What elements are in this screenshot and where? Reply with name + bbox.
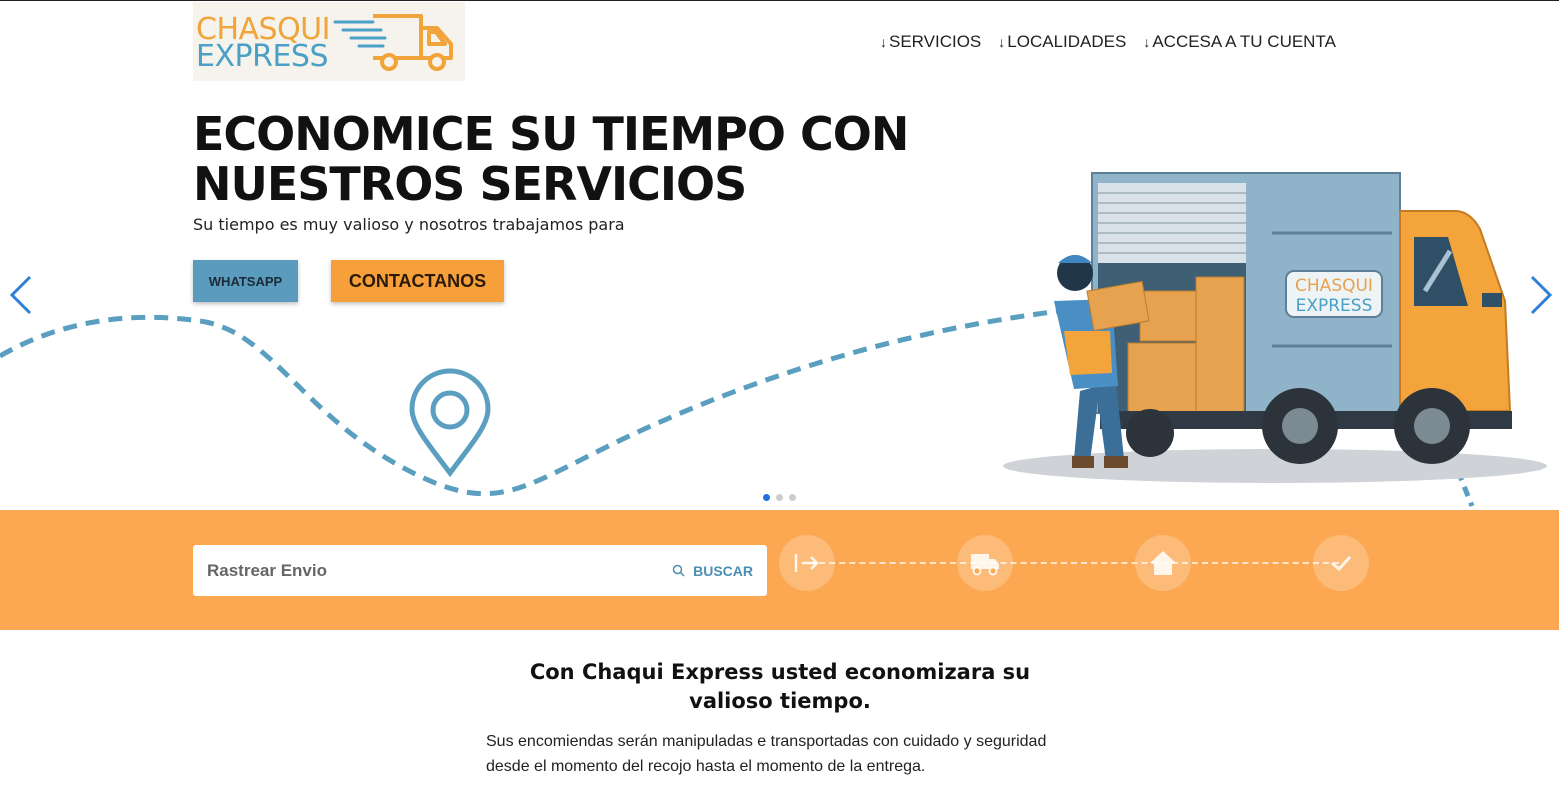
tracking-input[interactable] (205, 559, 649, 582)
steps-connector (809, 562, 1339, 564)
brand-logo[interactable]: CHASQUI EXPRESS (193, 2, 465, 81)
contact-button[interactable]: CONTACTANOS (331, 260, 504, 302)
truck-badge-line2: EXPRESS (1296, 296, 1373, 316)
tracking-steps (779, 535, 1369, 591)
delivery-truck-logo-icon (333, 14, 453, 71)
search-icon (672, 564, 685, 577)
nav-label: LOCALIDADES (1007, 32, 1127, 51)
nav-label: SERVICIOS (889, 32, 982, 51)
hero-illustration: CHASQUI EXPRESS (0, 172, 1547, 507)
nav-localidades[interactable]: ↓ LOCALIDADES (998, 32, 1126, 52)
carousel-dot[interactable] (789, 494, 796, 501)
house-icon (1150, 551, 1176, 575)
arrow-down-icon: ↓ (998, 34, 1006, 50)
carousel-prev-icon[interactable] (8, 273, 34, 317)
info-title: Con Chaqui Express usted economizara su … (529, 660, 1031, 713)
brand-line2: EXPRESS (196, 39, 328, 74)
step-complete (1313, 535, 1369, 591)
truck-badge-line1: CHASQUI (1295, 276, 1373, 296)
main-nav: ↓ SERVICIOS ↓ LOCALIDADES ↓ ACCESA A TU CUE… (880, 32, 1336, 52)
whatsapp-button[interactable]: WHATSAPP (193, 260, 298, 302)
step-delivered-home (1135, 535, 1191, 591)
arrow-down-icon: ↓ (880, 34, 887, 50)
info-body: Sus encomiendas serán manipuladas e tran… (486, 733, 1047, 775)
hero-title: ECONOMICE SU TIEMPO CON NUESTROS SERVICI… (193, 107, 909, 211)
carousel-indicators (763, 494, 796, 501)
tracking-form: BUSCAR (193, 545, 767, 596)
step-transit (957, 535, 1013, 591)
carousel-dot[interactable] (776, 494, 783, 501)
carousel-dot[interactable] (763, 494, 770, 501)
step-dispatch (779, 535, 835, 591)
search-label: BUSCAR (693, 562, 753, 579)
nav-servicios[interactable]: ↓ SERVICIOS (880, 32, 981, 52)
nav-cuenta[interactable]: ↓ ACCESA A TU CUENTA (1143, 32, 1336, 52)
nav-label: ACCESA A TU CUENTA (1152, 32, 1336, 51)
carousel-next-icon[interactable] (1528, 273, 1554, 317)
truck-icon (971, 554, 999, 576)
arrow-right-to-line-icon (794, 554, 819, 572)
location-pin-icon (409, 368, 491, 478)
hero-subtitle: Su tiempo es muy valioso y nosotros trab… (193, 215, 625, 234)
check-icon (1331, 555, 1352, 572)
search-button[interactable]: BUSCAR (672, 563, 753, 579)
arrow-down-icon: ↓ (1143, 34, 1151, 50)
